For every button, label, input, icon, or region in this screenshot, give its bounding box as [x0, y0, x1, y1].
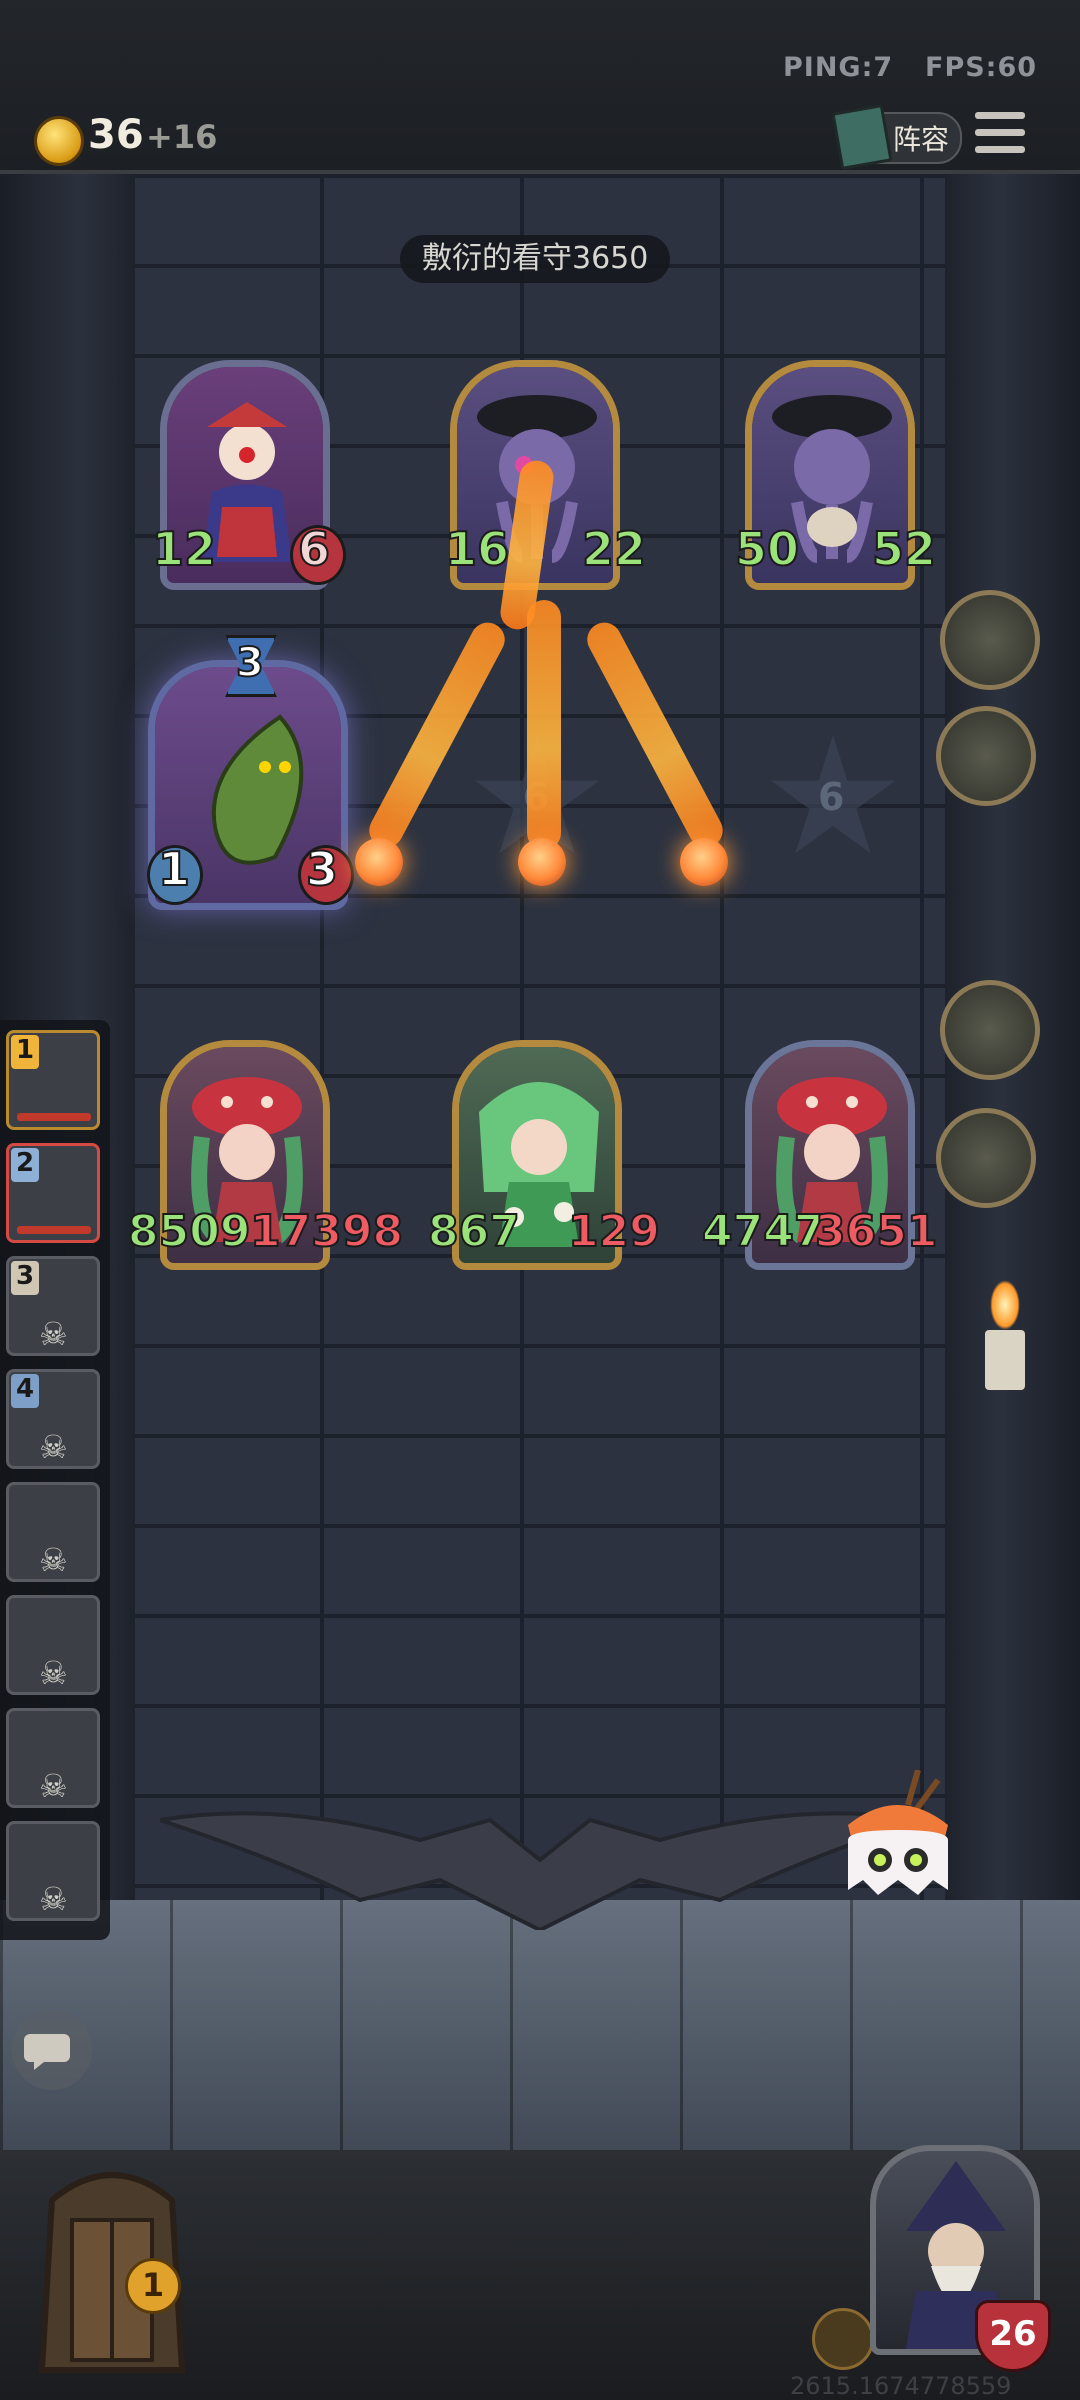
crown-coin-icon [34, 116, 84, 166]
skull-icon: ☠ [39, 1767, 68, 1805]
leaf-cocoon-icon [211, 714, 304, 865]
enemy-2-attack: 16 [444, 521, 510, 577]
roster-slot-4[interactable]: 4 ☠ [6, 1369, 100, 1469]
enemy-1-attack: 12 [151, 521, 217, 577]
bat-ornament-icon [160, 1811, 920, 1930]
enemy-name-label: 敷衍的看守3650 [400, 235, 671, 283]
pocket-watch-relic-icon[interactable] [940, 980, 1040, 1080]
card-tier: 3 [235, 639, 265, 687]
fireball-icon [355, 838, 403, 886]
roster-slot-3[interactable]: 3 ☠ [6, 1256, 100, 1356]
ping-readout: PING:7 [783, 52, 894, 83]
player-2-attack: 867 [427, 1205, 521, 1258]
player-2-health: 129 [567, 1205, 661, 1258]
shop-refresh-count: 1 [125, 2258, 181, 2314]
player-1-health: 17398 [249, 1205, 404, 1258]
enemy-3-attack: 50 [734, 521, 800, 577]
bell-badge-icon[interactable] [812, 2308, 874, 2370]
rank-2: 2 [11, 1148, 39, 1182]
candle-flame-icon [990, 1280, 1020, 1330]
rank-1: 1 [11, 1035, 39, 1069]
rank-4: 4 [11, 1374, 39, 1408]
menu-icon[interactable] [975, 112, 1025, 156]
player-1-attack: 8509 [127, 1205, 251, 1258]
gold-amount: 36 [88, 112, 144, 158]
fireball-icon [518, 838, 566, 886]
bonsai-relic-icon[interactable] [936, 1108, 1036, 1208]
book-icon [831, 103, 893, 171]
fire-trail-effect [527, 600, 561, 850]
enemy-1-health: 6 [297, 521, 331, 577]
cocoon-attack: 1 [157, 841, 191, 897]
shop-door-button[interactable] [12, 2150, 212, 2380]
candle-icon [985, 1330, 1025, 1390]
fps-readout: FPS:60 [925, 52, 1038, 83]
fireball-icon [680, 838, 728, 886]
roster-slot-2[interactable]: 2 [6, 1143, 100, 1243]
skull-icon: ☠ [39, 1880, 68, 1918]
red-lizard-relic-icon[interactable] [936, 706, 1036, 806]
cocoon-health: 3 [305, 841, 339, 897]
roster-slot-7[interactable]: ☠ [6, 1708, 100, 1808]
rank-3: 3 [11, 1261, 39, 1295]
lineup-label: 阵容 [893, 123, 950, 156]
enemy-3-health: 52 [871, 521, 937, 577]
slot-level: 6 [818, 775, 845, 819]
skull-icon: ☠ [39, 1428, 68, 1466]
roster-slot-6[interactable]: ☠ [6, 1595, 100, 1695]
enemy-2-health: 22 [581, 521, 647, 577]
pocket-watch-potion-icon[interactable] [940, 590, 1040, 690]
roster-slot-5[interactable]: ☠ [6, 1482, 100, 1582]
user-id: 2615.1674778559 [790, 2372, 1012, 2400]
player-3-attack: 4747 [701, 1205, 825, 1258]
hp-bar [17, 1113, 91, 1121]
roster-slot-1[interactable]: 1 [6, 1030, 100, 1130]
hp-bar [17, 1226, 91, 1234]
sushi-ghost-icon[interactable] [838, 1770, 958, 1900]
player-3-health: 3651 [814, 1205, 938, 1258]
skull-icon: ☠ [39, 1315, 68, 1353]
chat-bubble-icon [24, 2034, 70, 2070]
skull-icon: ☠ [39, 1654, 68, 1692]
gold-income: +16 [146, 118, 218, 156]
chat-button[interactable] [12, 2010, 92, 2090]
skull-icon: ☠ [39, 1541, 68, 1579]
roster-slot-8[interactable]: ☠ [6, 1821, 100, 1921]
